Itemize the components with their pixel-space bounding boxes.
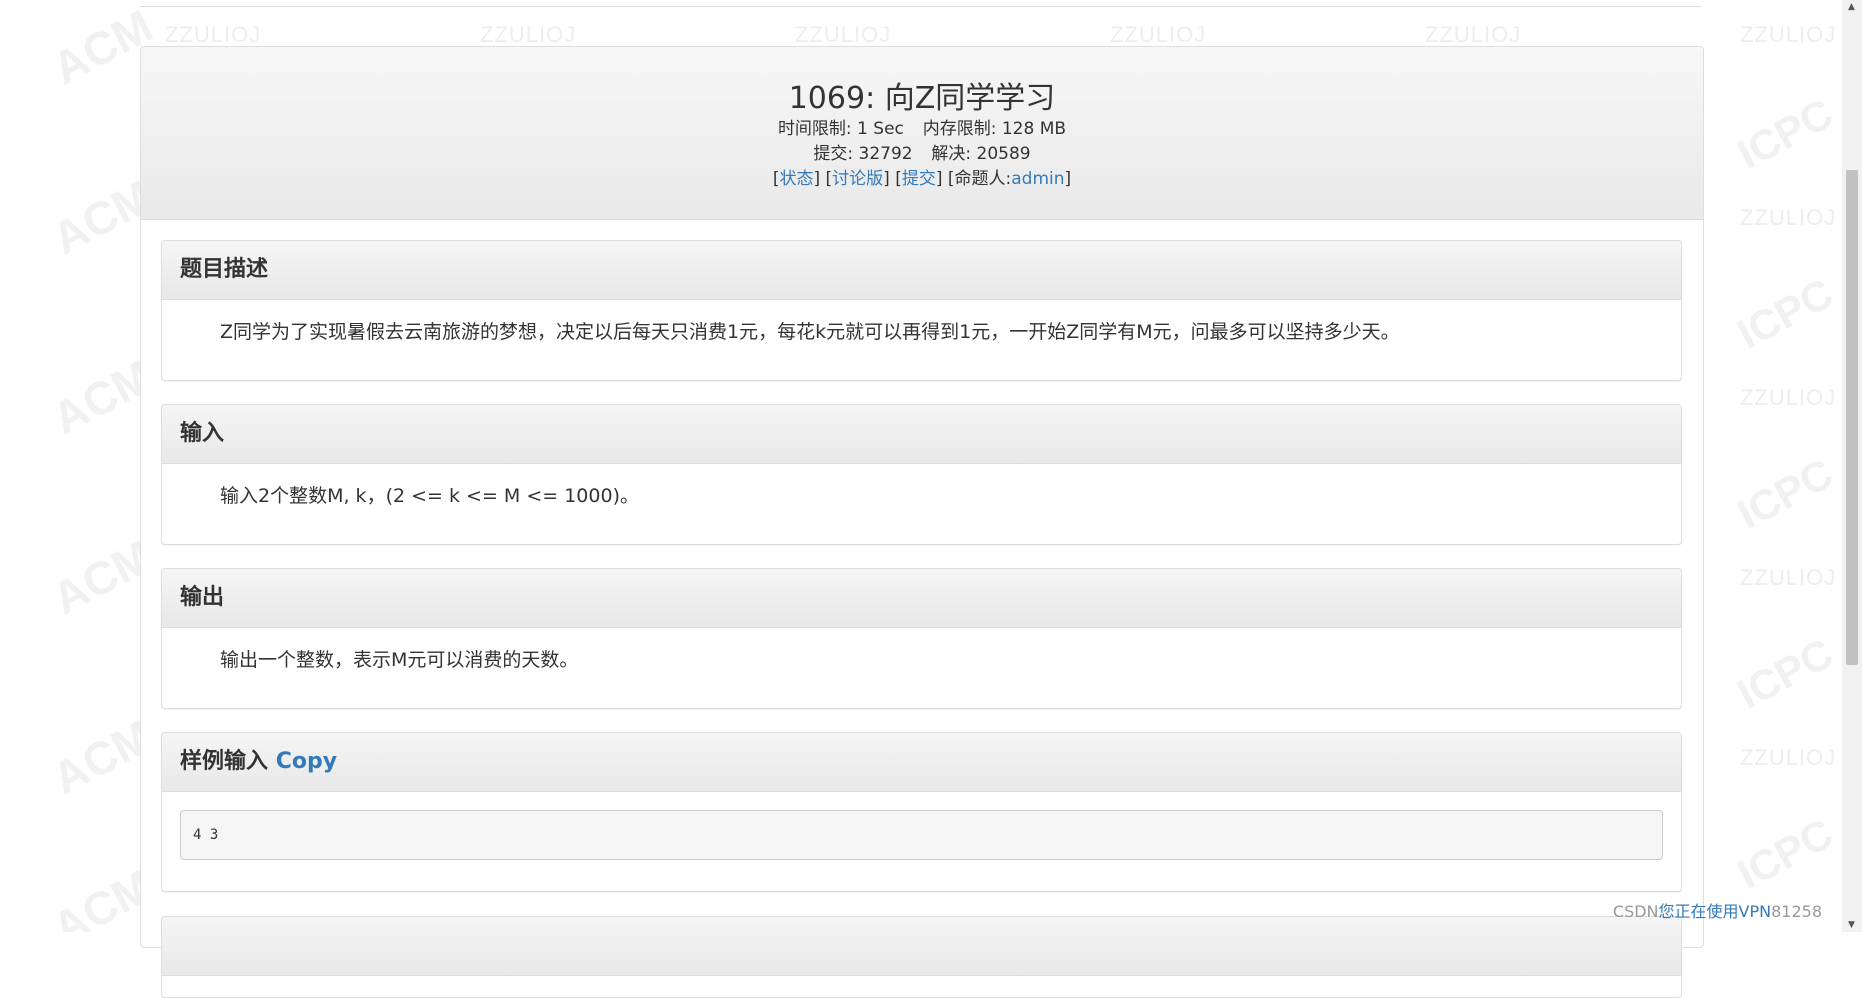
submit-count: 32792 xyxy=(858,144,913,164)
zzulioj-watermark: ZZULIOJ xyxy=(1740,745,1837,770)
input-section: 输入 输入2个整数M, k，(2 <= k <= M <= 1000)。 xyxy=(161,404,1682,545)
zzulioj-watermark: ZZULIOJ xyxy=(1740,565,1837,590)
zzulioj-watermark: ZZULIOJ xyxy=(480,22,577,47)
time-limit-value: 1 Sec xyxy=(857,119,904,139)
vpn-notice: CSDN您正在使用VPN81258 xyxy=(1613,898,1822,922)
output-heading: 输出 xyxy=(162,569,1681,628)
memory-limit-label: 内存限制: xyxy=(922,119,997,139)
zzulioj-watermark: ZZULIOJ xyxy=(795,22,892,47)
icpc-watermark: ICPC xyxy=(1729,89,1841,178)
sample-input-heading: 样例输入 Copy xyxy=(162,733,1681,792)
submit-count-label: 提交: xyxy=(813,144,854,164)
scroll-up-arrow-icon[interactable]: ▲ xyxy=(1848,2,1855,12)
icpc-watermark: ICPC xyxy=(1729,269,1841,358)
top-navbar-edge xyxy=(140,0,1702,7)
stats-line: 提交: 32792 解决: 20589 xyxy=(141,142,1703,167)
csdn-watermark-prefix: CSDN xyxy=(1612,902,1659,921)
status-link[interactable]: 状态 xyxy=(779,169,813,189)
vertical-scrollbar[interactable]: ▲ ▼ xyxy=(1842,0,1862,932)
submit-link[interactable]: 提交 xyxy=(902,169,936,189)
sample-input-box[interactable]: 4 3 xyxy=(180,810,1663,860)
solved-count-label: 解决: xyxy=(931,144,972,164)
problem-header: 1069: 向Z同学学习 时间限制: 1 Sec 内存限制: 128 MB 提交… xyxy=(141,47,1703,220)
sample-input-section: 样例输入 Copy 4 3 xyxy=(161,732,1682,892)
setter-link[interactable]: admin xyxy=(1011,169,1064,189)
sample-input-title: 样例输入 xyxy=(180,749,269,774)
limits-line: 时间限制: 1 Sec 内存限制: 128 MB xyxy=(141,117,1703,142)
copy-button[interactable]: Copy xyxy=(276,749,337,774)
memory-limit-value: 128 MB xyxy=(1001,119,1067,139)
vpn-notice-text[interactable]: 您正在使用VPN xyxy=(1659,902,1772,921)
icpc-watermark: ICPC xyxy=(1729,449,1841,538)
zzulioj-watermark: ZZULIOJ xyxy=(1110,22,1207,47)
icpc-watermark: ICPC xyxy=(1729,629,1841,718)
output-text: 输出一个整数，表示M元可以消费的天数。 xyxy=(220,649,579,671)
output-section: 输出 输出一个整数，表示M元可以消费的天数。 xyxy=(161,568,1682,709)
scroll-down-arrow-icon[interactable]: ▼ xyxy=(1848,920,1855,930)
csdn-watermark-suffix: 81258 xyxy=(1771,902,1822,921)
description-section: 题目描述 Z同学为了实现暑假去云南旅游的梦想，决定以后每天只消费1元，每花k元就… xyxy=(161,240,1682,381)
description-heading: 题目描述 xyxy=(162,241,1681,300)
page-title: 1069: 向Z同学学习 xyxy=(788,81,1056,116)
input-heading: 输入 xyxy=(162,405,1681,464)
solved-count: 20589 xyxy=(976,144,1031,164)
zzulioj-watermark: ZZULIOJ xyxy=(1740,22,1837,47)
time-limit-label: 时间限制: xyxy=(777,119,852,139)
input-text: 输入2个整数M, k，(2 <= k <= M <= 1000)。 xyxy=(220,485,639,507)
discuss-link[interactable]: 讨论版 xyxy=(832,169,883,189)
description-text: Z同学为了实现暑假去云南旅游的梦想，决定以后每天只消费1元，每花k元就可以再得到… xyxy=(220,321,1400,343)
zzulioj-watermark: ZZULIOJ xyxy=(165,22,262,47)
sample-output-section xyxy=(161,916,1682,998)
problem-panel: 1069: 向Z同学学习 时间限制: 1 Sec 内存限制: 128 MB 提交… xyxy=(140,46,1704,998)
icpc-watermark: ICPC xyxy=(1729,809,1841,898)
zzulioj-watermark: ZZULIOJ xyxy=(1740,205,1837,230)
problem-links: [状态] [讨论版] [提交] [命题人:admin] xyxy=(772,169,1072,189)
setter-label: 命题人: xyxy=(954,169,1012,189)
zzulioj-watermark: ZZULIOJ xyxy=(1425,22,1522,47)
scrollbar-thumb[interactable] xyxy=(1846,170,1858,665)
sample-output-heading xyxy=(162,917,1681,976)
zzulioj-watermark: ZZULIOJ xyxy=(1740,385,1837,410)
